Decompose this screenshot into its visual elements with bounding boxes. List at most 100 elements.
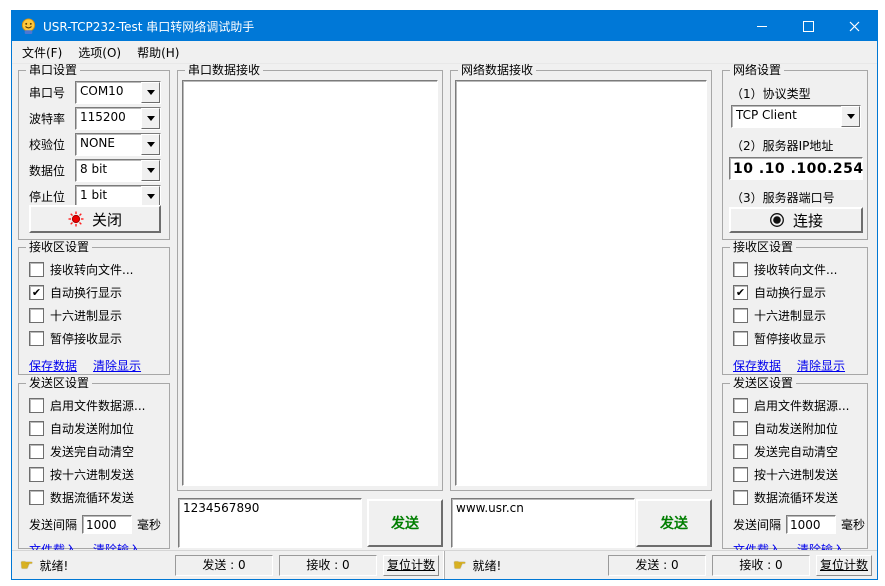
- com-port-select[interactable]: COM10: [75, 81, 161, 104]
- serial-send-settings-group: 发送区设置 启用文件数据源... 自动发送附加位 发送完自动清空: [18, 383, 170, 549]
- checkbox-icon[interactable]: ✔: [29, 285, 44, 300]
- serial-checkbox-receive-to-file[interactable]: 接收转向文件...: [29, 258, 169, 281]
- checkbox-label: 接收转向文件...: [754, 261, 837, 278]
- server-ip-input[interactable]: 10 .10 .100.254: [729, 157, 863, 180]
- close-icon: [849, 21, 860, 32]
- dropdown-arrow-icon[interactable]: [141, 108, 160, 129]
- serial-checkbox-auto-newline[interactable]: ✔ 自动换行显示: [29, 281, 169, 304]
- serial-send-button[interactable]: 发送: [367, 499, 443, 547]
- dropdown-arrow-icon[interactable]: [141, 82, 160, 103]
- checkbox-icon[interactable]: [733, 331, 748, 346]
- network-checkbox-pause-receive[interactable]: 暂停接收显示: [733, 327, 867, 350]
- checkbox-icon[interactable]: [733, 490, 748, 505]
- network-data-column: 网络数据接收 www.usr.cn 发送: [450, 64, 712, 550]
- checkbox-label: 数据流循环发送: [754, 489, 838, 506]
- serial-save-data-link[interactable]: 保存数据: [29, 357, 77, 374]
- network-checkbox-loop-send[interactable]: 数据流循环发送: [733, 486, 867, 509]
- titlebar[interactable]: USR-TCP232-Test 串口转网络调试助手: [12, 11, 877, 41]
- network-data-receive-legend: 网络数据接收: [458, 64, 536, 77]
- dropdown-arrow-icon[interactable]: [141, 160, 160, 181]
- serial-checkbox-send-as-hex[interactable]: 按十六进制发送: [29, 463, 169, 486]
- checkbox-icon[interactable]: [733, 467, 748, 482]
- black-led-icon: [769, 212, 785, 228]
- close-serial-button[interactable]: 关闭: [29, 205, 161, 233]
- serial-checkbox-loop-send[interactable]: 数据流循环发送: [29, 486, 169, 509]
- checkbox-icon[interactable]: [29, 398, 44, 413]
- red-led-icon: [68, 211, 84, 227]
- network-checkbox-auto-send-append[interactable]: 自动发送附加位: [733, 417, 867, 440]
- checkbox-icon[interactable]: [29, 262, 44, 277]
- network-checkbox-hex-display[interactable]: 十六进制显示: [733, 304, 867, 327]
- network-load-file-link[interactable]: 文件载入: [733, 541, 781, 550]
- serial-receive-area[interactable]: [182, 80, 438, 486]
- send-interval-label: 发送间隔: [29, 516, 77, 533]
- network-clear-display-link[interactable]: 清除显示: [797, 357, 845, 374]
- main-content: 串口设置 串口号 COM10 波特率 115200 校验位: [12, 64, 877, 550]
- checkbox-icon[interactable]: [29, 421, 44, 436]
- serial-send-input[interactable]: 1234567890: [178, 498, 362, 548]
- checkbox-icon[interactable]: [733, 308, 748, 323]
- checkbox-icon[interactable]: [733, 262, 748, 277]
- checkbox-icon[interactable]: [29, 331, 44, 346]
- parity-select[interactable]: NONE: [75, 133, 161, 156]
- dropdown-arrow-icon[interactable]: [841, 106, 860, 127]
- pointing-hand-icon: ☛: [20, 558, 33, 573]
- connect-button-label: 连接: [793, 210, 823, 231]
- minimize-button[interactable]: [739, 11, 785, 41]
- serial-status-ready: 就绪!: [39, 557, 169, 574]
- serial-checkbox-enable-file-source[interactable]: 启用文件数据源...: [29, 394, 169, 417]
- network-checkbox-auto-newline[interactable]: ✔ 自动换行显示: [733, 281, 867, 304]
- checkbox-icon[interactable]: [29, 490, 44, 505]
- serial-checkbox-pause-receive[interactable]: 暂停接收显示: [29, 327, 169, 350]
- network-clear-input-link[interactable]: 清除输入: [797, 541, 845, 550]
- serial-data-column: 串口数据接收 1234567890 发送: [177, 64, 443, 550]
- data-bits-row: 数据位 8 bit: [29, 157, 161, 183]
- network-checkbox-enable-file-source[interactable]: 启用文件数据源...: [733, 394, 867, 417]
- data-bits-select[interactable]: 8 bit: [75, 159, 161, 182]
- serial-checkbox-auto-send-append[interactable]: 自动发送附加位: [29, 417, 169, 440]
- serial-clear-input-link[interactable]: 清除输入: [93, 541, 141, 550]
- checkbox-icon[interactable]: [29, 444, 44, 459]
- network-send-button-label: 发送: [660, 513, 688, 533]
- checkbox-label: 数据流循环发送: [50, 489, 134, 506]
- network-receive-area[interactable]: [455, 80, 707, 486]
- network-send-button[interactable]: 发送: [636, 499, 712, 547]
- network-checkbox-receive-to-file[interactable]: 接收转向文件...: [733, 258, 867, 281]
- checkbox-label: 启用文件数据源...: [754, 397, 849, 414]
- checkbox-icon[interactable]: [29, 308, 44, 323]
- menu-help[interactable]: 帮助(H): [129, 42, 187, 63]
- parity-label: 校验位: [29, 136, 75, 153]
- network-save-data-link[interactable]: 保存数据: [733, 357, 781, 374]
- dropdown-arrow-icon[interactable]: [141, 186, 160, 207]
- close-button[interactable]: [831, 11, 877, 41]
- data-bits-label: 数据位: [29, 162, 75, 179]
- baud-rate-row: 波特率 115200: [29, 105, 161, 131]
- network-checkbox-clear-after-send[interactable]: 发送完自动清空: [733, 440, 867, 463]
- maximize-button[interactable]: [785, 11, 831, 41]
- serial-reset-count-button[interactable]: 复位计数: [383, 555, 439, 576]
- com-port-label: 串口号: [29, 84, 75, 101]
- menu-options[interactable]: 选项(O): [70, 42, 129, 63]
- checkbox-icon[interactable]: [733, 444, 748, 459]
- checkbox-icon[interactable]: [29, 467, 44, 482]
- serial-checkbox-hex-display[interactable]: 十六进制显示: [29, 304, 169, 327]
- serial-checkbox-clear-after-send[interactable]: 发送完自动清空: [29, 440, 169, 463]
- serial-load-file-link[interactable]: 文件载入: [29, 541, 77, 550]
- baud-rate-select[interactable]: 115200: [75, 107, 161, 130]
- send-interval-unit: 毫秒: [137, 516, 161, 533]
- network-send-interval-input[interactable]: [786, 515, 836, 534]
- network-reset-count-button[interactable]: 复位计数: [816, 555, 872, 576]
- dropdown-arrow-icon[interactable]: [141, 134, 160, 155]
- protocol-select[interactable]: TCP Client: [731, 105, 861, 128]
- network-checkbox-send-as-hex[interactable]: 按十六进制发送: [733, 463, 867, 486]
- checkbox-icon[interactable]: [733, 421, 748, 436]
- checkbox-icon[interactable]: ✔: [733, 285, 748, 300]
- network-send-input[interactable]: www.usr.cn: [451, 498, 635, 548]
- checkbox-label: 启用文件数据源...: [50, 397, 145, 414]
- serial-recv-settings-group: 接收区设置 接收转向文件... ✔ 自动换行显示 十六进制显示: [18, 247, 170, 375]
- menu-file[interactable]: 文件(F): [14, 42, 70, 63]
- serial-clear-display-link[interactable]: 清除显示: [93, 357, 141, 374]
- connect-button[interactable]: 连接: [729, 207, 863, 233]
- serial-send-interval-input[interactable]: [82, 515, 132, 534]
- checkbox-icon[interactable]: [733, 398, 748, 413]
